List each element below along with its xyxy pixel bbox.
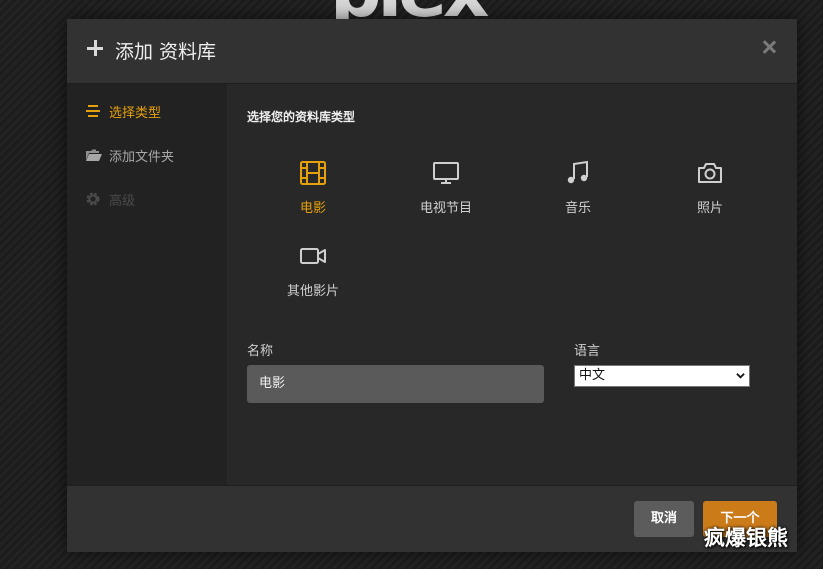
library-type-label: 电视节目: [419, 201, 472, 216]
plex-logo-watermark: plex: [330, 0, 530, 20]
content-panel: 选择您的资料库类型 电影 电视节目 音乐 照片 其他影片 名称 电影 语言 中文: [227, 84, 797, 485]
gear-icon: [85, 191, 101, 207]
music-note-icon: [567, 160, 588, 184]
sidebar-item-advanced: 高级: [85, 188, 135, 210]
sidebar: 选择类型 添加文件夹 高级: [67, 84, 227, 485]
film-icon: [300, 161, 326, 185]
library-name-input[interactable]: 电影: [247, 365, 544, 403]
dialog-header: 添加 资料库: [67, 19, 797, 84]
language-select-value: 中文: [579, 368, 606, 383]
sidebar-item-select-type[interactable]: 选择类型: [85, 100, 161, 122]
folder-icon: [85, 147, 102, 163]
list-icon: [85, 103, 101, 119]
chevron-down-icon: [736, 373, 745, 379]
library-type-other-videos[interactable]: 其他影片: [258, 242, 368, 312]
library-type-label: 音乐: [564, 201, 591, 216]
sidebar-item-add-folder[interactable]: 添加文件夹: [85, 144, 174, 166]
cancel-button[interactable]: 取消: [634, 501, 694, 537]
plus-icon: [87, 40, 103, 56]
plex-logo-text: plex: [330, 0, 489, 20]
sidebar-item-label: 高级: [109, 193, 136, 209]
name-field-label: 名称: [247, 344, 274, 359]
sidebar-item-label: 选择类型: [109, 105, 162, 121]
dialog-title: 添加 资料库: [115, 41, 217, 63]
library-type-photos[interactable]: 照片: [655, 159, 765, 229]
library-type-movies[interactable]: 电影: [258, 159, 368, 229]
camera-icon: [698, 163, 722, 183]
sidebar-item-label: 添加文件夹: [109, 149, 175, 165]
tv-icon: [433, 162, 459, 184]
language-select[interactable]: 中文: [574, 365, 750, 387]
watermark-text: 疯爆银熊: [704, 526, 788, 550]
dialog-footer: 取消 下一个: [67, 485, 797, 552]
library-type-label: 电影: [299, 201, 326, 216]
video-camera-icon: [300, 248, 326, 264]
library-type-music[interactable]: 音乐: [523, 159, 633, 229]
section-title: 选择您的资料库类型: [247, 110, 356, 124]
close-icon[interactable]: [761, 39, 777, 55]
library-type-label: 其他影片: [286, 284, 339, 299]
library-type-tv-shows[interactable]: 电视节目: [391, 159, 501, 229]
language-field-label: 语言: [574, 344, 601, 359]
add-library-dialog: 添加 资料库 选择类型 添加文件夹 高级 选择您的资料库类型 电影 电视节目 音…: [67, 19, 797, 552]
library-type-label: 照片: [696, 201, 723, 216]
